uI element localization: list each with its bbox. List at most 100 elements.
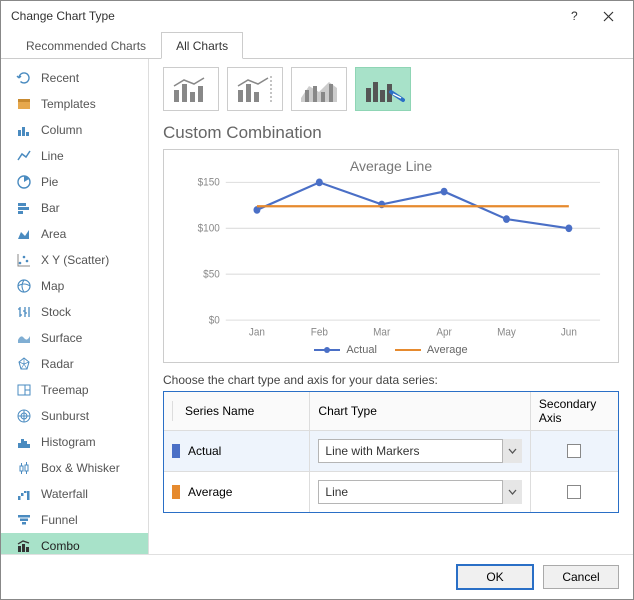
- sidebar-item-treemap[interactable]: Treemap: [1, 377, 148, 403]
- histogram-icon: [15, 433, 33, 451]
- sidebar-item-line[interactable]: Line: [1, 143, 148, 169]
- sidebar-item-label: Box & Whisker: [41, 461, 120, 475]
- sidebar-item-histogram[interactable]: Histogram: [1, 429, 148, 455]
- combo-icon: [15, 537, 33, 554]
- chart-preview: Average Line $0 $50 $100 $150 Jan Feb Mar Apr Ma…: [163, 149, 619, 363]
- series-swatch: [172, 485, 180, 499]
- sidebar-item-combo[interactable]: Combo: [1, 533, 148, 554]
- series-name-cell: Actual: [188, 444, 221, 458]
- sidebar-item-bar[interactable]: Bar: [1, 195, 148, 221]
- dialog-buttons: OK Cancel: [1, 554, 633, 599]
- tab-recommended[interactable]: Recommended Charts: [11, 32, 161, 59]
- change-chart-type-dialog: Change Chart Type ? Recommended Charts A…: [0, 0, 634, 600]
- sidebar-item-label: Area: [41, 227, 66, 241]
- svg-text:$150: $150: [198, 178, 220, 189]
- subtype-stacked-area-clustered-column[interactable]: [291, 67, 347, 111]
- sidebar-item-scatter[interactable]: X Y (Scatter): [1, 247, 148, 273]
- svg-text:$50: $50: [203, 269, 220, 281]
- chart-legend: Actual Average: [172, 342, 610, 358]
- main-panel: Custom Combination Average Line $0 $50 $10…: [149, 59, 633, 554]
- header-secondary-axis: Secondary Axis: [531, 392, 618, 430]
- svg-text:Jan: Jan: [249, 327, 265, 339]
- chart-type-dropdown[interactable]: Line with Markers: [318, 439, 521, 463]
- chart-type-dropdown[interactable]: Line: [318, 480, 521, 504]
- boxwhisker-icon: [15, 459, 33, 477]
- sidebar-item-label: Bar: [41, 201, 60, 215]
- ok-button[interactable]: OK: [457, 565, 533, 589]
- cancel-button[interactable]: Cancel: [543, 565, 619, 589]
- svg-text:?: ?: [571, 10, 578, 22]
- table-row: Actual Line with Markers: [164, 430, 618, 471]
- sidebar-item-label: Recent: [41, 71, 79, 85]
- choose-label: Choose the chart type and axis for your …: [163, 373, 619, 387]
- legend-swatch-average: [395, 349, 421, 351]
- sidebar-item-map[interactable]: Map: [1, 273, 148, 299]
- subtype-clustered-column-line-secondary[interactable]: [227, 67, 283, 111]
- legend-label: Actual: [346, 344, 377, 356]
- sidebar-item-boxwhisker[interactable]: Box & Whisker: [1, 455, 148, 481]
- sidebar-item-label: Column: [41, 123, 82, 137]
- sidebar-item-stock[interactable]: Stock: [1, 299, 148, 325]
- chart-canvas: $0 $50 $100 $150 Jan Feb Mar Apr May Jun: [172, 178, 610, 342]
- chart-category-sidebar: Recent Templates Column Line Pie Bar Are…: [1, 59, 149, 554]
- sunburst-icon: [15, 407, 33, 425]
- scatter-icon: [15, 251, 33, 269]
- svg-text:Jun: Jun: [561, 327, 577, 339]
- sidebar-item-label: Templates: [41, 97, 96, 111]
- sidebar-item-label: Line: [41, 149, 64, 163]
- sidebar-item-label: Combo: [41, 539, 80, 553]
- surface-icon: [15, 329, 33, 347]
- svg-text:Apr: Apr: [436, 327, 452, 339]
- header-chart-type: Chart Type: [310, 392, 530, 430]
- svg-text:$0: $0: [209, 315, 220, 327]
- combo-subtypes: [163, 67, 619, 111]
- svg-text:$100: $100: [198, 223, 220, 235]
- bar-icon: [15, 199, 33, 217]
- subtype-custom-combination[interactable]: [355, 67, 411, 111]
- help-button[interactable]: ?: [557, 4, 591, 28]
- sidebar-item-label: Funnel: [41, 513, 78, 527]
- sidebar-item-label: Stock: [41, 305, 71, 319]
- svg-text:Mar: Mar: [373, 327, 391, 339]
- tab-all-charts[interactable]: All Charts: [161, 32, 243, 59]
- sidebar-item-pie[interactable]: Pie: [1, 169, 148, 195]
- chart-title: Average Line: [172, 158, 610, 174]
- legend-label: Average: [427, 344, 468, 356]
- svg-text:Feb: Feb: [311, 327, 328, 339]
- svg-text:May: May: [497, 327, 517, 339]
- map-icon: [15, 277, 33, 295]
- dialog-title: Change Chart Type: [11, 9, 557, 23]
- stock-icon: [15, 303, 33, 321]
- table-header-row: Series Name Chart Type Secondary Axis: [164, 392, 618, 430]
- subtype-clustered-column-line[interactable]: [163, 67, 219, 111]
- sidebar-item-surface[interactable]: Surface: [1, 325, 148, 351]
- sidebar-item-column[interactable]: Column: [1, 117, 148, 143]
- sidebar-item-recent[interactable]: Recent: [1, 65, 148, 91]
- treemap-icon: [15, 381, 33, 399]
- sidebar-item-sunburst[interactable]: Sunburst: [1, 403, 148, 429]
- section-title: Custom Combination: [163, 123, 619, 143]
- secondary-axis-checkbox[interactable]: [567, 444, 581, 458]
- area-icon: [15, 225, 33, 243]
- title-bar: Change Chart Type ?: [1, 1, 633, 31]
- sidebar-item-label: Treemap: [41, 383, 89, 397]
- series-name-cell: Average: [188, 485, 232, 499]
- sidebar-item-templates[interactable]: Templates: [1, 91, 148, 117]
- line-icon: [15, 147, 33, 165]
- sidebar-item-radar[interactable]: Radar: [1, 351, 148, 377]
- secondary-axis-checkbox[interactable]: [567, 485, 581, 499]
- sidebar-item-label: Histogram: [41, 435, 96, 449]
- close-button[interactable]: [591, 4, 625, 28]
- table-row: Average Line: [164, 471, 618, 512]
- sidebar-item-funnel[interactable]: Funnel: [1, 507, 148, 533]
- sidebar-item-label: Sunburst: [41, 409, 89, 423]
- sidebar-item-label: Waterfall: [41, 487, 88, 501]
- legend-swatch-actual: [314, 349, 340, 351]
- waterfall-icon: [15, 485, 33, 503]
- series-table: Series Name Chart Type Secondary Axis Ac…: [163, 391, 619, 513]
- sidebar-item-waterfall[interactable]: Waterfall: [1, 481, 148, 507]
- sidebar-item-label: Surface: [41, 331, 82, 345]
- templates-icon: [15, 95, 33, 113]
- column-icon: [15, 121, 33, 139]
- sidebar-item-area[interactable]: Area: [1, 221, 148, 247]
